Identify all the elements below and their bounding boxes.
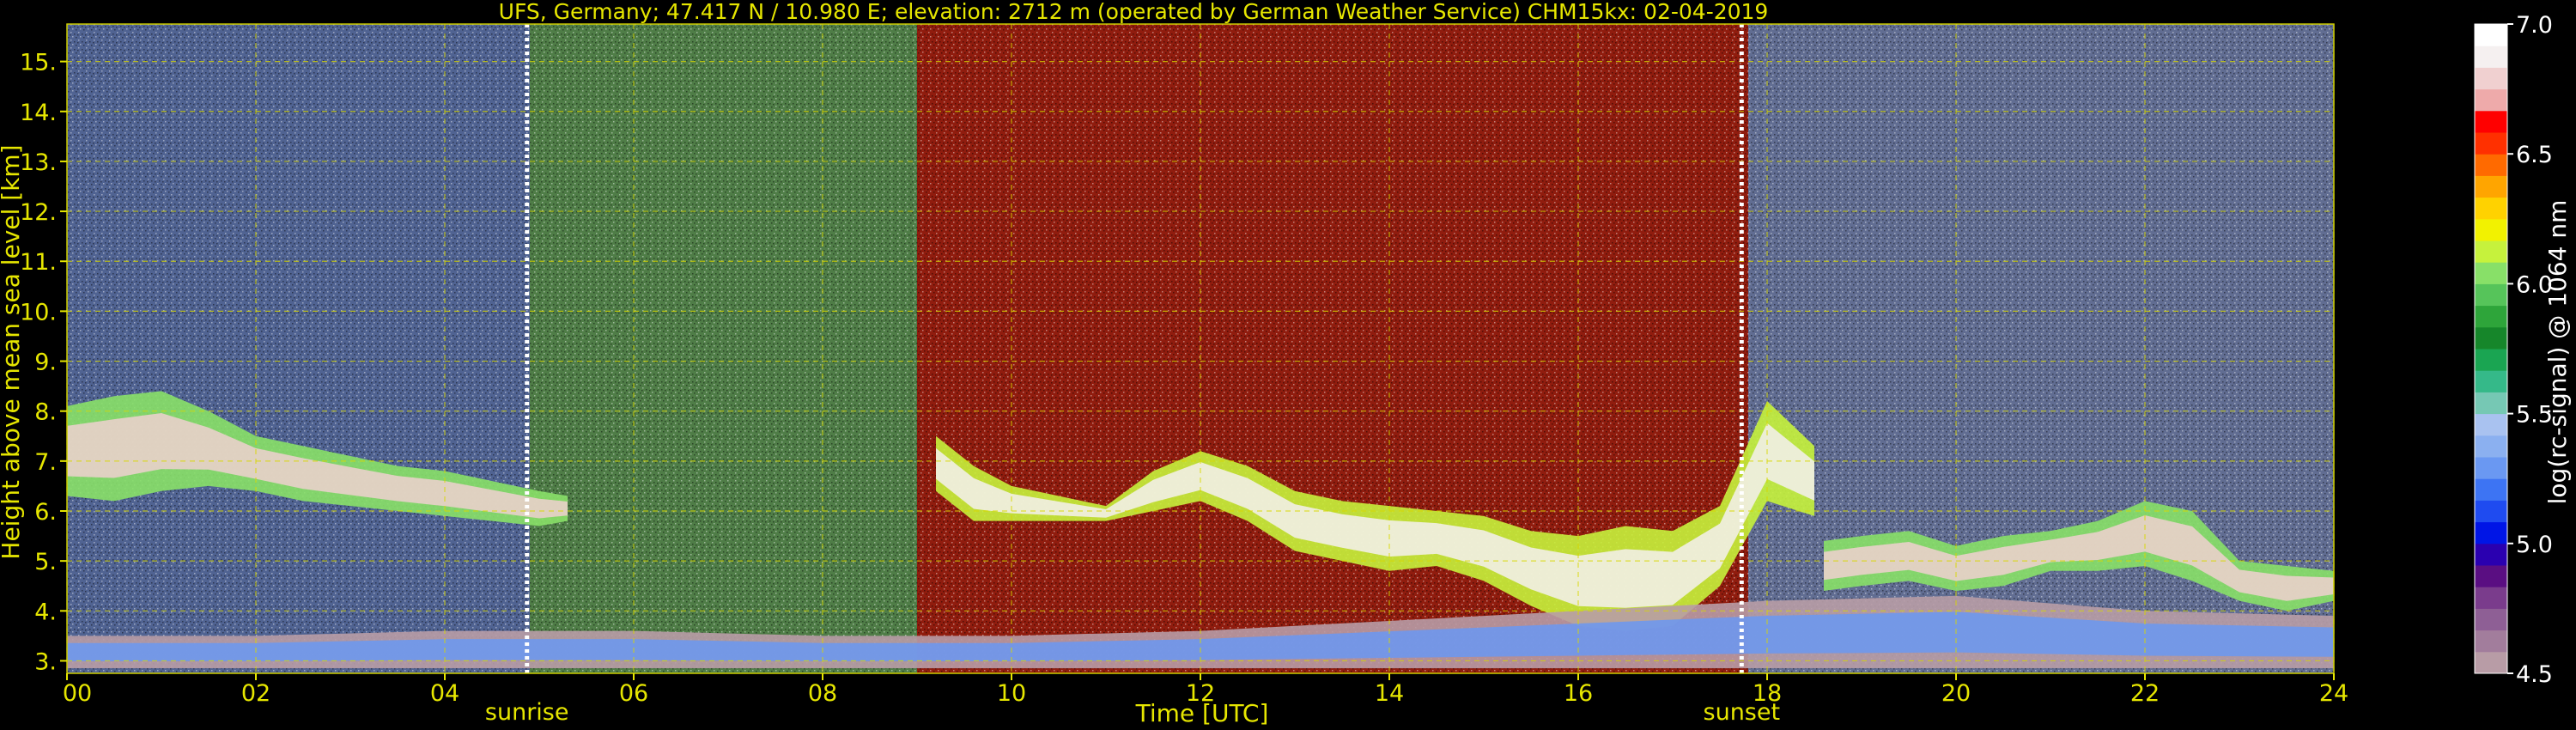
- y-tick-label: 4.: [34, 599, 57, 625]
- marker-label-sunrise: sunrise: [485, 699, 569, 726]
- colorbar-segment: [2475, 543, 2507, 566]
- colorbar-segment: [2475, 175, 2507, 198]
- x-tick-label: 20: [1941, 680, 1971, 707]
- colorbar-segment: [2475, 565, 2507, 587]
- colorbar-segment: [2475, 413, 2507, 436]
- x-tick-label: 22: [2130, 680, 2160, 707]
- colorbar-segment: [2475, 651, 2507, 674]
- colorbar-segment: [2475, 435, 2507, 458]
- colorbar-segment: [2475, 478, 2507, 501]
- x-tick-label: 06: [619, 680, 648, 707]
- x-tick-label: 14: [1375, 680, 1404, 707]
- colorbar-segment: [2475, 457, 2507, 479]
- y-tick-label: 8.: [34, 399, 57, 426]
- x-tick-label: 18: [1753, 680, 1782, 707]
- x-tick-label: 16: [1564, 680, 1593, 707]
- colorbar-tick-label: 6.5: [2516, 142, 2553, 168]
- colorbar-tick-label: 5.0: [2516, 532, 2553, 558]
- colorbar-segment: [2475, 88, 2507, 112]
- colorbar-tick-label: 4.5: [2516, 661, 2553, 688]
- colorbar-segment: [2475, 630, 2507, 653]
- colorbar-segment: [2475, 370, 2507, 392]
- y-tick-label: 12.: [20, 199, 57, 226]
- colorbar-segment: [2475, 283, 2507, 307]
- colorbar-segment: [2475, 110, 2507, 133]
- chart-title: UFS, Germany; 47.417 N / 10.980 E; eleva…: [499, 0, 1769, 24]
- colorbar-segment: [2475, 154, 2507, 176]
- colorbar-segment: [2475, 132, 2507, 155]
- colorbar-segment: [2475, 305, 2507, 328]
- colorbar-segment: [2475, 197, 2507, 220]
- colorbar-label: log(rc-signal) @ 1064 nm: [2543, 200, 2572, 505]
- colorbar-segment: [2475, 349, 2507, 371]
- y-tick-label: 6.: [34, 499, 57, 526]
- x-tick-label: 04: [430, 680, 459, 707]
- colorbar-segment: [2475, 500, 2507, 523]
- colorbar-segment: [2475, 24, 2507, 46]
- y-tick-label: 5.: [34, 549, 57, 575]
- colorbar-segment: [2475, 218, 2507, 241]
- y-tick-label: 7.: [34, 449, 57, 476]
- colorbar-segment: [2475, 392, 2507, 415]
- x-tick-label: 00: [63, 680, 92, 707]
- y-tick-label: 11.: [20, 249, 57, 276]
- colorbar-segment: [2475, 262, 2507, 284]
- x-axis-label: Time [UTC]: [1135, 699, 1269, 727]
- ceilometer-chart: sunrise sunset 00 02 04 06 08 10 12 14 16 18 20 22 24…: [0, 0, 2576, 730]
- y-tick-label: 10.: [20, 299, 57, 325]
- y-tick-label: 9.: [34, 350, 57, 376]
- colorbar-segment: [2475, 67, 2507, 90]
- x-tick-label: 10: [997, 680, 1026, 707]
- y-tick-label: 14.: [20, 100, 57, 126]
- colorbar-segment: [2475, 521, 2507, 544]
- colorbar-segment: [2475, 46, 2507, 68]
- x-tick-label: 08: [808, 680, 837, 707]
- colorbar-tick-label: 7.0: [2516, 12, 2553, 39]
- colorbar-segment: [2475, 587, 2507, 609]
- colorbar-segment: [2475, 326, 2507, 350]
- x-tick-label: 02: [241, 680, 270, 707]
- colorbar-segment: [2475, 240, 2507, 263]
- colorbar-segment: [2475, 608, 2507, 631]
- y-tick-label: 15.: [20, 50, 57, 76]
- x-tick-label: 24: [2319, 680, 2348, 707]
- y-axis-label: Height above mean sea level [km]: [0, 144, 25, 559]
- y-tick-label: 13.: [20, 149, 57, 176]
- y-tick-label: 3.: [34, 648, 57, 675]
